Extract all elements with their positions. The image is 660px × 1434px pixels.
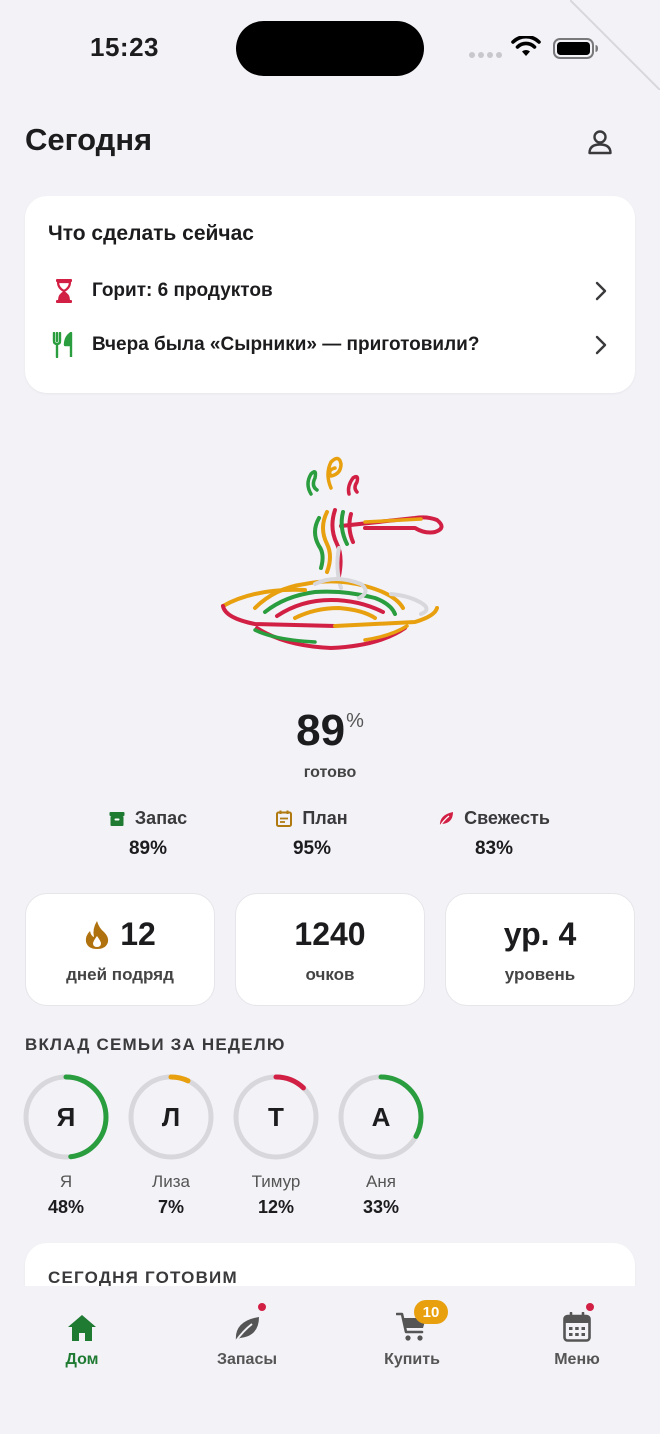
- tab-label: Запасы: [216, 1351, 278, 1368]
- wifi-icon: [511, 36, 541, 56]
- member-name: Лиза: [152, 1172, 190, 1191]
- metric-value: 83%: [474, 838, 514, 859]
- tab-bar: Дом Запасы 10 Купить Меню: [0, 1286, 660, 1434]
- metric-label: Свежесть: [464, 808, 550, 828]
- tab-menu[interactable]: Меню: [517, 1302, 637, 1369]
- tab-label: Меню: [554, 1351, 600, 1368]
- contribution-ring: Я: [23, 1074, 109, 1160]
- leaf-icon: [439, 811, 454, 826]
- tab-home[interactable]: Дом: [22, 1306, 142, 1369]
- tab-stock[interactable]: Запасы: [187, 1302, 307, 1369]
- hourglass-icon: [56, 279, 72, 303]
- cellular-signal-icon: [469, 52, 502, 58]
- member-name: Тимур: [251, 1172, 301, 1191]
- home-icon: [68, 1315, 96, 1341]
- member-name: Аня: [366, 1172, 396, 1191]
- dynamic-island: [236, 21, 424, 76]
- metric-freshness: Свежесть 83%: [428, 808, 560, 860]
- family-section-title: ВКЛАД СЕМЬИ ЗА НЕДЕЛЮ: [25, 1035, 286, 1054]
- family-member[interactable]: Я Я 48%: [23, 1074, 109, 1218]
- avatar-initial: Т: [268, 1101, 284, 1132]
- cart-count-badge: 10: [414, 1300, 448, 1324]
- metric-stock: Запас 89%: [100, 808, 196, 860]
- leaf-icon: [235, 1317, 259, 1342]
- chevron-right-icon: [595, 335, 607, 355]
- readiness-value: 89: [296, 706, 346, 755]
- streak-label: дней подряд: [66, 965, 174, 984]
- action-item-cooked[interactable]: Вчера была «Сырники» — приготовили?: [25, 320, 635, 370]
- status-time: 15:23: [90, 32, 159, 62]
- pasta-illustration: [221, 456, 444, 650]
- readiness-metrics: Запас 89% План 95% Свежесть 83%: [0, 808, 660, 868]
- tab-buy[interactable]: 10 Купить: [352, 1300, 472, 1369]
- page-curl-icon: [570, 0, 660, 90]
- member-percent: 12%: [257, 1197, 295, 1217]
- notification-dot: [585, 1302, 595, 1312]
- calendar-icon: [563, 1312, 591, 1342]
- contribution-ring: Л: [128, 1074, 214, 1160]
- action-card-title: Что сделать сейчас: [48, 222, 254, 245]
- profile-button[interactable]: [578, 120, 622, 164]
- readiness-score: 89%: [0, 706, 660, 756]
- member-percent: 7%: [157, 1197, 184, 1217]
- member-percent: 48%: [47, 1197, 85, 1217]
- action-item-expiring[interactable]: Горит: 6 продуктов: [25, 266, 635, 316]
- avatar-initial: А: [371, 1101, 391, 1132]
- flame-icon: [86, 920, 109, 949]
- metric-value: 89%: [128, 838, 168, 859]
- action-item-label: Горит: 6 продуктов: [92, 280, 273, 301]
- calendar-icon: [276, 810, 293, 827]
- points-label: очков: [305, 965, 355, 984]
- level-value: ур. 4: [503, 916, 577, 952]
- chevron-right-icon: [595, 281, 607, 301]
- points-card[interactable]: 1240 очков: [235, 893, 425, 1006]
- avatar-initial: Л: [161, 1101, 181, 1132]
- utensils-icon: [52, 332, 73, 358]
- user-icon: [588, 130, 612, 155]
- contribution-ring: А: [338, 1074, 424, 1160]
- metric-label: План: [302, 808, 348, 828]
- member-percent: 33%: [362, 1197, 400, 1217]
- tab-label: Купить: [384, 1351, 440, 1368]
- metric-label: Запас: [134, 808, 188, 828]
- status-bar: 15:23: [0, 0, 660, 96]
- action-item-label: Вчера была «Сырники» — приготовили?: [92, 334, 480, 355]
- avatar-initial: Я: [56, 1101, 76, 1132]
- family-member[interactable]: А Аня 33%: [338, 1074, 424, 1218]
- page-title: Сегодня: [25, 122, 153, 157]
- streak-card[interactable]: 12 дней подряд: [25, 893, 215, 1006]
- box-icon: [109, 811, 125, 826]
- readiness-label: готово: [303, 764, 357, 781]
- action-card: Что сделать сейчас Горит: 6 продуктов Вч…: [25, 196, 635, 393]
- metric-plan: План 95%: [266, 808, 358, 860]
- streak-value: 12: [120, 916, 156, 952]
- tab-label: Дом: [65, 1351, 99, 1368]
- family-member[interactable]: Л Лиза 7%: [128, 1074, 214, 1218]
- readiness-unit: %: [346, 710, 364, 732]
- notification-dot: [257, 1302, 267, 1312]
- level-card[interactable]: ур. 4 уровень: [445, 893, 635, 1006]
- points-value: 1240: [294, 916, 366, 952]
- cooking-today-title: СЕГОДНЯ ГОТОВИМ: [48, 1268, 238, 1287]
- contribution-ring: Т: [233, 1074, 319, 1160]
- member-name: Я: [59, 1172, 73, 1191]
- metric-value: 95%: [292, 838, 332, 859]
- level-label: уровень: [504, 965, 576, 984]
- family-member[interactable]: Т Тимур 12%: [233, 1074, 319, 1218]
